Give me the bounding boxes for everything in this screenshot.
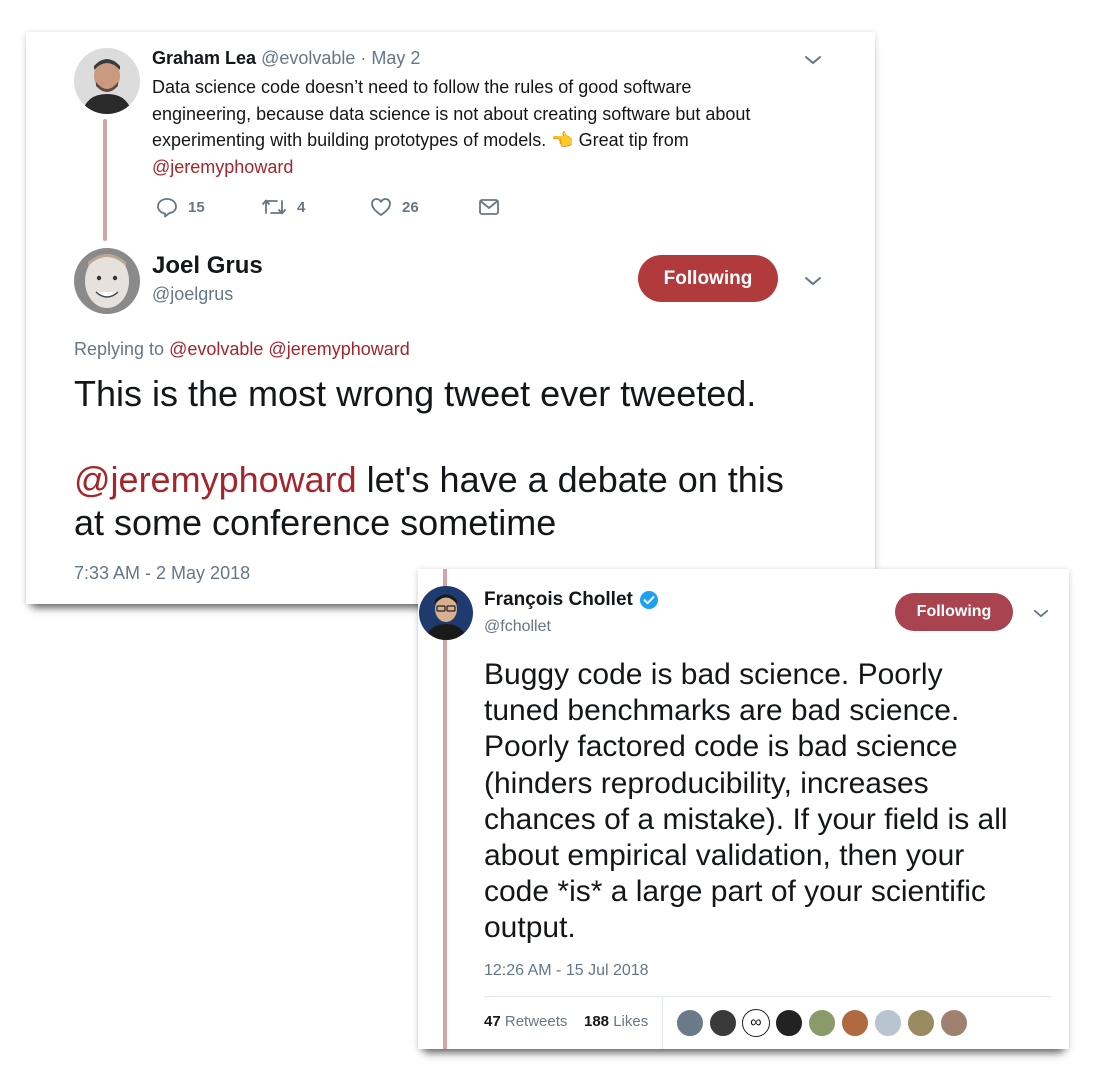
liker-avatar[interactable] xyxy=(808,1009,836,1037)
tweet3-line-5: chances of a mistake). If your field is … xyxy=(484,802,1008,836)
tweet1-header: Graham Lea @evolvable · May 2 xyxy=(152,48,420,69)
liker-avatar[interactable] xyxy=(709,1009,737,1037)
liker-avatar[interactable] xyxy=(676,1009,704,1037)
author-name[interactable]: François Chollet xyxy=(484,589,633,611)
mention-link[interactable]: @jeremyphoward xyxy=(152,157,293,177)
like-count: 188 xyxy=(584,1013,610,1030)
tweet3-line-3: Poorly factored code is bad science xyxy=(484,730,958,764)
tweet3-line-2: tuned benchmarks are bad science. xyxy=(484,694,960,728)
following-button[interactable]: Following xyxy=(638,255,778,302)
replying-to-label: Replying to xyxy=(74,339,165,359)
message-action[interactable] xyxy=(478,196,500,218)
avatar-joel[interactable] xyxy=(74,248,140,314)
tweet3-line-4: (hinders reproducibility, increases xyxy=(484,766,929,800)
tweet3-line-6: about empirical validation, then your xyxy=(484,839,965,873)
tweet3-line-1: Buggy code is bad science. Poorly xyxy=(484,658,943,691)
pointing-hand-emoji: 👈 xyxy=(551,130,574,150)
liker-avatar[interactable] xyxy=(775,1009,803,1037)
replying-to: Replying to @evolvable @jeremyphoward xyxy=(74,339,410,360)
like-count: 26 xyxy=(402,198,419,216)
message-icon xyxy=(479,199,499,215)
thread-line xyxy=(103,119,107,241)
retweet-icon xyxy=(262,199,286,215)
tweet2-line-2: @jeremyphoward let's have a debate on th… xyxy=(74,458,854,501)
divider xyxy=(484,996,1051,997)
like-stat[interactable]: 188 Likes xyxy=(584,1013,648,1030)
tweet2-text: This is the most wrong tweet ever tweete… xyxy=(74,372,854,544)
like-action[interactable]: 26 xyxy=(370,196,419,218)
tweet-card-chollet: François Chollet @fchollet Following Bug… xyxy=(418,569,1069,1049)
tweet-timestamp[interactable]: 7:33 AM - 2 May 2018 xyxy=(74,563,250,584)
liker-avatar[interactable]: ∞ xyxy=(742,1009,770,1037)
chevron-down-icon[interactable] xyxy=(804,275,822,287)
reply-count: 15 xyxy=(188,198,205,216)
author-name[interactable]: Joel Grus xyxy=(152,252,263,280)
tweet1-line-3-text: experimenting with building prototypes o… xyxy=(152,130,547,150)
chevron-down-icon[interactable] xyxy=(804,54,822,66)
following-button[interactable]: Following xyxy=(895,593,1013,631)
verified-icon xyxy=(639,591,658,609)
avatar-graham[interactable] xyxy=(74,48,140,114)
retweet-count: 4 xyxy=(297,198,306,216)
chevron-down-icon[interactable] xyxy=(1033,608,1051,620)
tweet2-line-1: This is the most wrong tweet ever tweete… xyxy=(74,373,757,414)
liker-avatar[interactable] xyxy=(874,1009,902,1037)
like-icon xyxy=(371,198,391,216)
liker-avatar[interactable] xyxy=(907,1009,935,1037)
author-name[interactable]: Graham Lea xyxy=(152,48,256,68)
tweet3-line-7: code *is* a large part of your scientifi… xyxy=(484,875,986,909)
tweet-date[interactable]: · May 2 xyxy=(360,48,420,68)
liker-avatar[interactable] xyxy=(841,1009,869,1037)
like-label: Likes xyxy=(613,1013,649,1030)
tweet3-header: François Chollet xyxy=(484,589,659,611)
reply-icon xyxy=(157,198,177,218)
tweet3-text: Buggy code is bad science. Poorly tuned … xyxy=(484,657,1054,947)
tweet1-line-1: Data science code doesn’t need to follow… xyxy=(152,77,692,97)
tweet2-line-2-rest: let's have a debate on this xyxy=(356,459,784,500)
author-handle[interactable]: @joelgrus xyxy=(152,284,233,305)
mention-link[interactable]: @jeremyphoward xyxy=(74,459,357,500)
tweet1-text: Data science code doesn’t need to follow… xyxy=(152,74,832,180)
retweet-action[interactable]: 4 xyxy=(261,196,305,218)
retweet-count: 47 xyxy=(484,1013,501,1030)
replying-to-mention-2[interactable]: @jeremyphoward xyxy=(268,339,409,359)
retweet-label: Retweets xyxy=(504,1013,568,1030)
tweet-timestamp[interactable]: 12:26 AM - 15 Jul 2018 xyxy=(484,962,649,980)
tweet2-line-3: at some conference sometime xyxy=(74,502,557,543)
thread-line xyxy=(443,569,447,1049)
tweet1-tail: Great tip from xyxy=(578,130,689,150)
liker-avatar[interactable] xyxy=(940,1009,968,1037)
tweet1-line-2: engineering, because data science is not… xyxy=(152,103,751,124)
reply-action[interactable]: 15 xyxy=(156,196,205,218)
tweet1-line-3: experimenting with building prototypes o… xyxy=(152,127,832,154)
author-handle[interactable]: @fchollet xyxy=(484,618,551,636)
replying-to-mention-1[interactable]: @evolvable xyxy=(169,339,263,359)
tweet3-line-8: output. xyxy=(484,911,576,945)
retweet-stat[interactable]: 47 Retweets xyxy=(484,1013,567,1030)
tweet-card-joel: Graham Lea @evolvable · May 2 Data scien… xyxy=(26,32,875,604)
author-handle[interactable]: @evolvable xyxy=(261,48,355,68)
avatar-francois[interactable] xyxy=(419,586,473,640)
stats-divider xyxy=(662,997,663,1049)
